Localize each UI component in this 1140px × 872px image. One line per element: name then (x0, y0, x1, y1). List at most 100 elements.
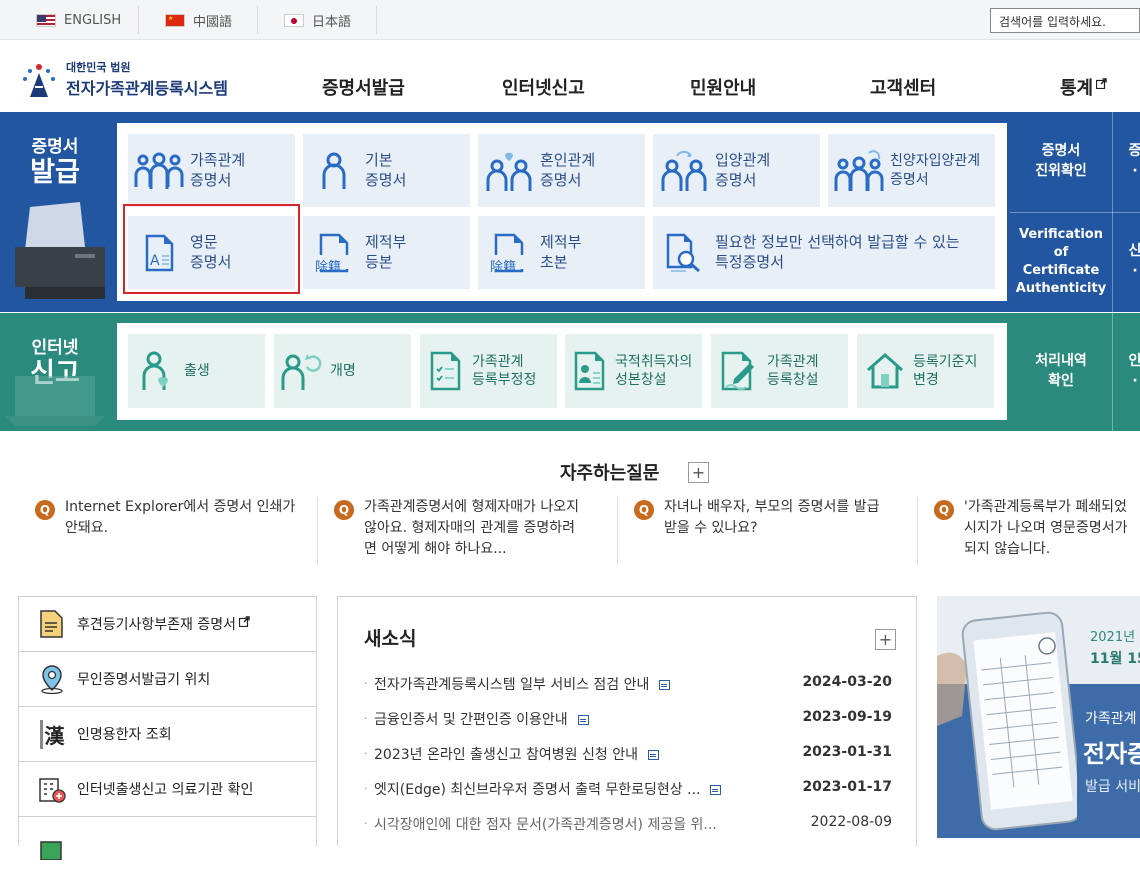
process-history-button[interactable]: 처리내역 확인 (1010, 313, 1112, 431)
card-specific-certificate[interactable]: 필요한 정보만 선택하여 발급할 수 있는 특정증명서 (653, 216, 995, 289)
card-label: 가족관계 등록창설 (767, 353, 819, 388)
removed-register-badge: 除籍 (490, 259, 517, 275)
quick-item-label: 인터넷출생신고 의료기관 확인 (77, 782, 254, 798)
lang-chinese[interactable]: ★ 中國語 (165, 0, 232, 40)
side-partial-item[interactable]: 인 · (1120, 313, 1140, 431)
card-label: 기본 증명서 (365, 151, 407, 189)
document-icon (659, 680, 671, 690)
faq-question-text: 자녀나 배우자, 부모의 증명서를 발급 받을 수 있나요? (664, 499, 880, 536)
news-item-title: 금융인증서 및 간편인증 이용안내 (374, 712, 568, 728)
external-link-icon (239, 615, 250, 627)
printer-illustration-icon (15, 202, 105, 299)
location-pin-icon (37, 664, 67, 694)
faq-question-text: '가족관계등록부가 폐쇄되었 시지가 나오며 영문증명서가 되지 않습니다. (964, 499, 1128, 557)
card-registration-report[interactable]: 가족관계 등록창설 (711, 334, 848, 408)
card-rename-report[interactable]: 개명 (274, 334, 411, 408)
correction-icon (420, 351, 472, 391)
lang-japanese[interactable]: 日本語 (284, 0, 351, 40)
nav-customer-center[interactable]: 고객센터 (870, 74, 936, 100)
report-title-small: 인터넷 (31, 338, 79, 358)
verification-english-button[interactable]: Verification of Certificate Authenticity (1010, 212, 1112, 312)
card-label: 등록기준지 변경 (913, 353, 978, 388)
faq-item[interactable]: Q 자녀나 배우자, 부모의 증명서를 발급 받을 수 있나요? (634, 497, 909, 567)
card-correction-report[interactable]: 가족관계 등록부정정 (420, 334, 557, 408)
document-icon (37, 609, 67, 639)
search-document-icon (653, 233, 715, 273)
banner-line1: 가족관계 (1085, 711, 1137, 727)
news-item[interactable]: · 전자가족관계등록시스템 일부 서비스 점검 안내 2024-03-20 (364, 674, 892, 696)
quick-item-guardianship[interactable]: 후견등기사항부존재 증명서 (19, 597, 316, 652)
full-adoption-icon (828, 149, 890, 193)
news-item[interactable]: · 금융인증서 및 간편인증 이용안내 2023-09-19 (364, 709, 892, 731)
card-marriage-certificate[interactable]: 혼인관계 증명서 (478, 134, 645, 207)
quick-item-name-hanja[interactable]: 漢 인명용한자 조회 (19, 707, 316, 762)
news-item-title: 엣지(Edge) 최신브라우저 증명서 출력 무한로딩현상 ... (374, 782, 701, 798)
faq-more-button[interactable]: + (688, 462, 709, 483)
banner-line3: 발급 서비 (1085, 779, 1140, 795)
quick-item-label: 후견등기사항부존재 증명서 (77, 617, 237, 633)
marriage-icon (478, 149, 540, 193)
card-registration-base-change[interactable]: 등록기준지 변경 (857, 334, 994, 408)
card-adoption-certificate[interactable]: 입양관계 증명서 (653, 134, 820, 207)
card-label: 제적부 초본 (540, 233, 582, 271)
news-more-button[interactable]: + (875, 629, 896, 650)
bullet-icon: · (364, 677, 368, 690)
quick-item-hospital-check[interactable]: 인터넷출생신고 의료기관 확인 (19, 762, 316, 817)
side-partial-item[interactable]: 신 · (1120, 212, 1140, 312)
card-label: 필요한 정보만 선택하여 발급할 수 있는 특정증명서 (715, 233, 960, 271)
site-logo[interactable]: 대한민국 법원 전자가족관계등록시스템 (16, 55, 236, 101)
divider (317, 497, 318, 565)
promo-banner[interactable]: 2021년 11월 15 가족관계 전자증 발급 서비 (937, 596, 1140, 838)
faq-item[interactable]: Q '가족관계등록부가 폐쇄되었 시지가 나오며 영문증명서가 되지 않습니다. (934, 497, 1140, 567)
divider (257, 6, 258, 34)
certificate-title-big: 발급 (30, 157, 80, 188)
lang-english[interactable]: ENGLISH (36, 0, 121, 40)
news-item[interactable]: · 엣지(Edge) 최신브라우저 증명서 출력 무한로딩현상 ... 2023… (364, 779, 892, 801)
quick-item-partial[interactable] (19, 817, 316, 872)
logo-title: 전자가족관계등록시스템 (66, 79, 228, 98)
news-item[interactable]: · 시각장애인에 대한 점자 문서(가족관계증명서) 제공을 위... 2022… (364, 814, 892, 836)
news-item[interactable]: · 2023년 온라인 출생신고 참여병원 신청 안내 2023-01-31 (364, 744, 892, 766)
card-label: 친양자입양관계 증명서 (890, 153, 981, 188)
faq-item[interactable]: Q Internet Explorer에서 증명서 인쇄가 안돼요. (35, 497, 305, 567)
card-birth-report[interactable]: 출생 (128, 334, 265, 408)
lang-japanese-label: 日本語 (312, 14, 352, 30)
document-icon (710, 785, 722, 795)
nav-certificate[interactable]: 증명서발급 (322, 74, 405, 100)
search-input[interactable]: 검색어를 입력하세요. (990, 8, 1140, 33)
card-removed-register-copy[interactable]: 除籍 제적부 등본 (303, 216, 470, 289)
nav-civil-guide[interactable]: 민원안내 (690, 74, 756, 100)
quick-menu: 후견등기사항부존재 증명서 무인증명서발급기 위치 漢 인명용한자 조회 인터넷… (18, 596, 317, 860)
quick-item-kiosk-location[interactable]: 무인증명서발급기 위치 (19, 652, 316, 707)
question-badge-icon: Q (334, 500, 354, 520)
nav-internet-report[interactable]: 인터넷신고 (502, 74, 585, 100)
removed-register-icon: 除籍 (303, 233, 365, 275)
card-basic-certificate[interactable]: 기본 증명서 (303, 134, 470, 207)
top-utility-bar: ENGLISH ★ 中國語 日本語 검색어를 입력하세요. (0, 0, 1140, 40)
card-naturalization-report[interactable]: 국적취득자의 성본창설 (565, 334, 702, 408)
registration-icon (711, 351, 767, 391)
question-badge-icon: Q (634, 500, 654, 520)
news-title: 새소식 (364, 628, 417, 650)
card-full-adoption-certificate[interactable]: 친양자입양관계 증명서 (828, 134, 995, 207)
faq-item[interactable]: Q 가족관계증명서에 형제자매가 나오지 않아요. 형제자매의 관계를 증명하려… (334, 497, 609, 567)
card-removed-register-abstract[interactable]: 除籍 제적부 초본 (478, 216, 645, 289)
certificate-title-small: 증명서 (31, 137, 79, 157)
question-badge-icon: Q (934, 500, 954, 520)
card-label: 가족관계 등록부정정 (472, 353, 537, 388)
news-item-title: 시각장애인에 대한 점자 문서(가족관계증명서) 제공을 위... (374, 817, 717, 833)
faq-question-text: 가족관계증명서에 형제자매가 나오지 않아요. 형제자매의 관계를 증명하려 면… (364, 499, 579, 557)
banner-line2: 전자증 (1083, 740, 1140, 768)
divider (1112, 313, 1113, 431)
us-flag-icon (36, 13, 56, 27)
card-label: 개명 (330, 362, 356, 379)
quick-item-label: 인명용한자 조회 (77, 727, 172, 743)
verify-certificate-button[interactable]: 증명서 진위확인 (1010, 112, 1112, 212)
nav-statistics[interactable]: 통계 (1060, 74, 1107, 100)
side-partial-item[interactable]: 증 · (1120, 112, 1140, 212)
news-item-date: 2023-01-31 (802, 744, 892, 760)
card-label: 가족관계 증명서 (190, 151, 246, 189)
external-link-icon (1096, 78, 1107, 90)
card-family-relation-certificate[interactable]: 가족관계 증명서 (128, 134, 295, 207)
lang-chinese-label: 中國語 (193, 14, 233, 30)
